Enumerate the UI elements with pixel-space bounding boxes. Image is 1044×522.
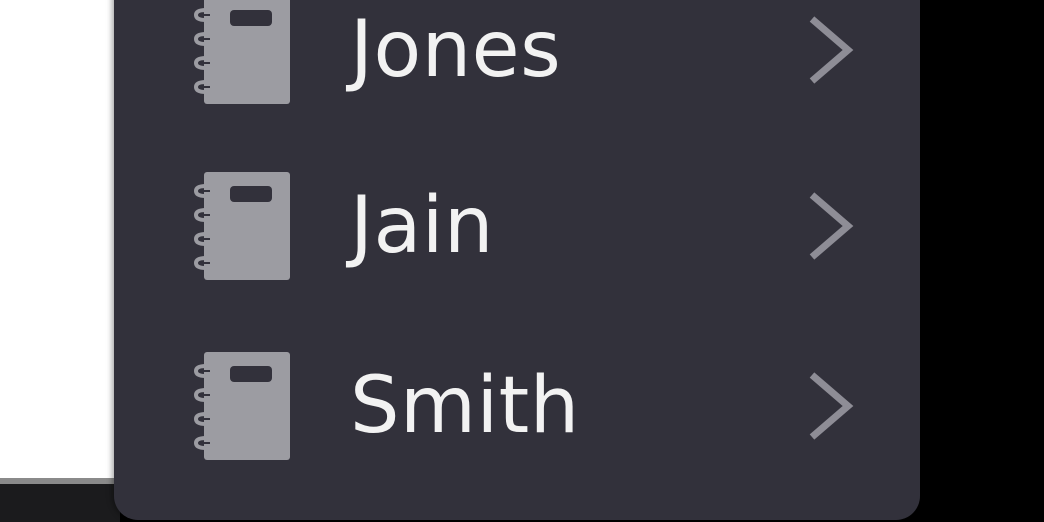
underlying-window-panel <box>0 0 120 484</box>
chevron-right-icon <box>804 15 864 85</box>
underlying-window-bottom <box>0 484 120 522</box>
menu-item-smith[interactable]: Smith <box>114 321 920 491</box>
menu-item-jones[interactable]: Jones <box>114 0 920 135</box>
chevron-right-icon <box>804 191 864 261</box>
notebook-submenu: Jones Jain Smith <box>114 0 920 520</box>
notebook-icon <box>192 172 292 280</box>
chevron-right-icon <box>804 371 864 441</box>
screen: Jones Jain Smith <box>0 0 1044 522</box>
notebook-icon <box>192 352 292 460</box>
menu-item-jain[interactable]: Jain <box>114 141 920 311</box>
menu-item-label: Jones <box>350 5 562 95</box>
menu-item-label: Smith <box>350 361 580 451</box>
notebook-icon <box>192 0 292 104</box>
menu-item-label: Jain <box>350 181 494 271</box>
